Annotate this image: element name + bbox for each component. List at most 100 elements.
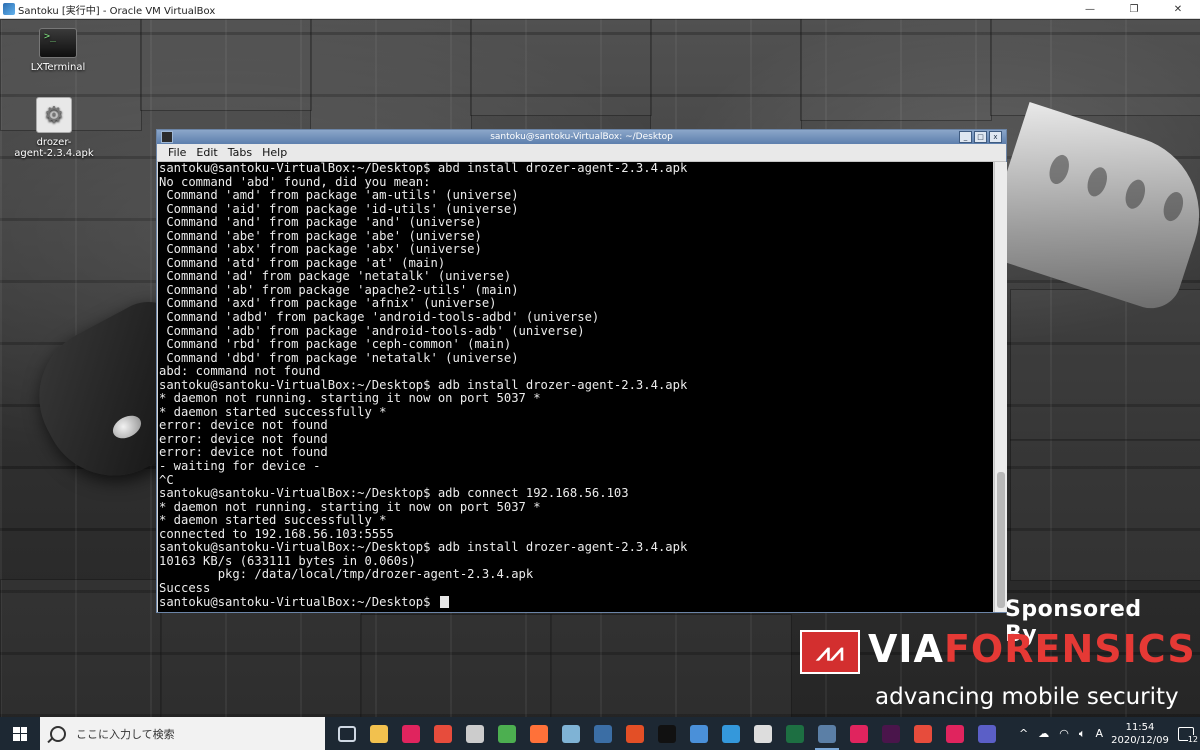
onedrive-icon[interactable]: ☁: [1038, 727, 1049, 740]
clock-time: 11:54: [1125, 721, 1155, 733]
terminal-line: * daemon started successfully *: [159, 404, 387, 419]
windows-taskbar: ここに入力して検索 ^ ☁ ◠ 🔈︎ A 11:54 2020/12/09 12: [0, 717, 1200, 750]
desktop-icon-drozer-apk[interactable]: ⚙ drozer- agent-2.3.4.apk: [14, 97, 94, 159]
terminal-line: 10163 KB/s (633111 bytes in 0.060s): [159, 553, 416, 568]
virtualbox-icon[interactable]: [811, 717, 843, 750]
terminal-close-button[interactable]: x: [989, 131, 1002, 143]
virtualbox-app-icon: [3, 3, 15, 15]
menu-edit[interactable]: Edit: [191, 146, 222, 159]
app-pen-icon[interactable]: [587, 717, 619, 750]
terminal-icon: >_: [39, 28, 77, 58]
terminal-minimize-button[interactable]: _: [959, 131, 972, 143]
system-tray: ^ ☁ ◠ 🔈︎ A 11:54 2020/12/09 12: [1014, 717, 1200, 750]
close-button[interactable]: ✕: [1156, 0, 1200, 18]
terminal-line: Command 'abe' from package 'abe' (univer…: [159, 228, 482, 243]
terminal-text: santoku@santoku-VirtualBox:~/Desktop$ ab…: [158, 162, 993, 609]
teams-icon[interactable]: [971, 717, 1003, 750]
terminal-line: error: device not found: [159, 418, 328, 433]
terminal-line: connected to 192.168.56.103:5555: [159, 526, 394, 541]
app-red-icon[interactable]: [619, 717, 651, 750]
app-dots-icon[interactable]: [843, 717, 875, 750]
scrollbar-thumb[interactable]: [997, 472, 1005, 608]
terminal-menubar: File Edit Tabs Help: [157, 144, 1006, 162]
file-explorer-icon[interactable]: [363, 717, 395, 750]
terminal-output[interactable]: santoku@santoku-VirtualBox:~/Desktop$ ab…: [158, 162, 993, 612]
terminal-line: Command 'abx' from package 'abx' (univer…: [159, 242, 482, 257]
terminal-line: Command 'amd' from package 'am-utils' (u…: [159, 188, 519, 203]
desktop-icon-label: drozer- agent-2.3.4.apk: [14, 137, 94, 159]
windows-logo-icon: [13, 726, 27, 741]
slack-icon[interactable]: [875, 717, 907, 750]
terminal-line: santoku@santoku-VirtualBox:~/Desktop$ ad…: [159, 486, 629, 501]
terminal-line: * daemon started successfully *: [159, 513, 387, 528]
terminal-line: error: device not found: [159, 431, 328, 446]
ime-indicator[interactable]: A: [1095, 727, 1103, 740]
terminal-line: abd: command not found: [159, 364, 321, 379]
search-icon: [50, 725, 66, 742]
brand-tagline: advancing mobile security: [875, 684, 1179, 710]
app-pink-icon[interactable]: [395, 717, 427, 750]
terminal-line: Command 'dbd' from package 'netatalk' (u…: [159, 350, 519, 365]
terminal-line: Command 'ad' from package 'netatalk' (un…: [159, 269, 512, 284]
excel-icon[interactable]: [779, 717, 811, 750]
window-title: Santoku [実行中] - Oracle VM VirtualBox: [18, 5, 216, 17]
terminal-window-controls: _ □ x: [959, 131, 1002, 143]
taskbar-search[interactable]: ここに入力して検索: [40, 717, 325, 750]
terminal-prompt-line[interactable]: santoku@santoku-VirtualBox:~/Desktop$: [159, 594, 993, 610]
terminal-cursor: [439, 595, 449, 608]
terminal-line: Command 'aid' from package 'id-utils' (u…: [159, 201, 519, 216]
task-view-icon[interactable]: [331, 717, 363, 750]
security-shield-icon[interactable]: [747, 717, 779, 750]
terminal-line: Command 'axd' from package 'afnix' (univ…: [159, 296, 497, 311]
terminal-line: Command 'atd' from package 'at' (main): [159, 255, 446, 270]
wifi-icon[interactable]: ◠: [1059, 727, 1069, 740]
terminal-line: ^C: [159, 472, 174, 487]
terminal-maximize-button[interactable]: □: [974, 131, 987, 143]
desktop-icon-label: LXTerminal: [30, 62, 86, 73]
brand-name: VIAFORENSICS: [868, 627, 1196, 671]
menu-tabs[interactable]: Tabs: [223, 146, 257, 159]
app-sync-icon[interactable]: [427, 717, 459, 750]
terminal-line: Command 'and' from package 'and' (univer…: [159, 215, 482, 230]
terminal-titlebar[interactable]: santoku@santoku-VirtualBox: ~/Desktop _ …: [157, 130, 1006, 144]
menu-file[interactable]: File: [163, 146, 191, 159]
notification-button[interactable]: 12: [1172, 717, 1200, 750]
terminal-title: santoku@santoku-VirtualBox: ~/Desktop: [490, 132, 673, 142]
taskbar-apps: [331, 717, 1003, 750]
menu-help[interactable]: Help: [257, 146, 292, 159]
firefox-icon[interactable]: [523, 717, 555, 750]
chrome-icon[interactable]: [491, 717, 523, 750]
window-controls: — ❐ ✕: [1068, 0, 1200, 18]
terminal-line: Command 'rbd' from package 'ceph-common'…: [159, 337, 512, 352]
inkscape-icon[interactable]: [459, 717, 491, 750]
terminal-line: Command 'ab' from package 'apache2-utils…: [159, 282, 519, 297]
desktop-icon-lxterminal[interactable]: >_ LXTerminal: [18, 28, 98, 73]
viaforensics-logo-icon: ⩘⩘: [800, 630, 860, 674]
restore-button[interactable]: ❐: [1112, 0, 1156, 18]
terminal-line: * daemon not running. starting it now on…: [159, 499, 541, 514]
app-network-icon[interactable]: [715, 717, 747, 750]
app-rings-icon[interactable]: [939, 717, 971, 750]
terminal-icon[interactable]: [651, 717, 683, 750]
search-placeholder: ここに入力して検索: [76, 727, 175, 741]
terminal-line: Command 'adb' from package 'android-tool…: [159, 323, 585, 338]
terminal-line: santoku@santoku-VirtualBox:~/Desktop$ ad…: [159, 377, 688, 392]
terminal-window[interactable]: santoku@santoku-VirtualBox: ~/Desktop _ …: [156, 129, 1007, 613]
terminal-prompt: santoku@santoku-VirtualBox:~/Desktop$: [159, 594, 438, 609]
app-swirl-icon[interactable]: [907, 717, 939, 750]
app-blue-icon[interactable]: [555, 717, 587, 750]
terminal-scrollbar[interactable]: [994, 162, 1007, 612]
volume-icon[interactable]: 🔈︎: [1079, 727, 1086, 741]
minimize-button[interactable]: —: [1068, 0, 1112, 18]
virtualbox-titlebar: Santoku [実行中] - Oracle VM VirtualBox — ❐…: [0, 0, 1200, 19]
settings-gear-icon: ⚙: [36, 97, 72, 133]
taskbar-clock[interactable]: 11:54 2020/12/09: [1108, 721, 1172, 747]
clock-date: 2020/12/09: [1111, 734, 1169, 746]
app-photo-icon[interactable]: [683, 717, 715, 750]
start-button[interactable]: [0, 717, 40, 750]
terminal-line: Command 'adbd' from package 'android-too…: [159, 310, 600, 325]
terminal-line: * daemon not running. starting it now on…: [159, 391, 541, 406]
tray-chevron-icon[interactable]: ^: [1019, 727, 1028, 740]
terminal-line: santoku@santoku-VirtualBox:~/Desktop$ ad…: [159, 540, 688, 555]
terminal-line: No command 'abd' found, did you mean:: [159, 174, 431, 189]
